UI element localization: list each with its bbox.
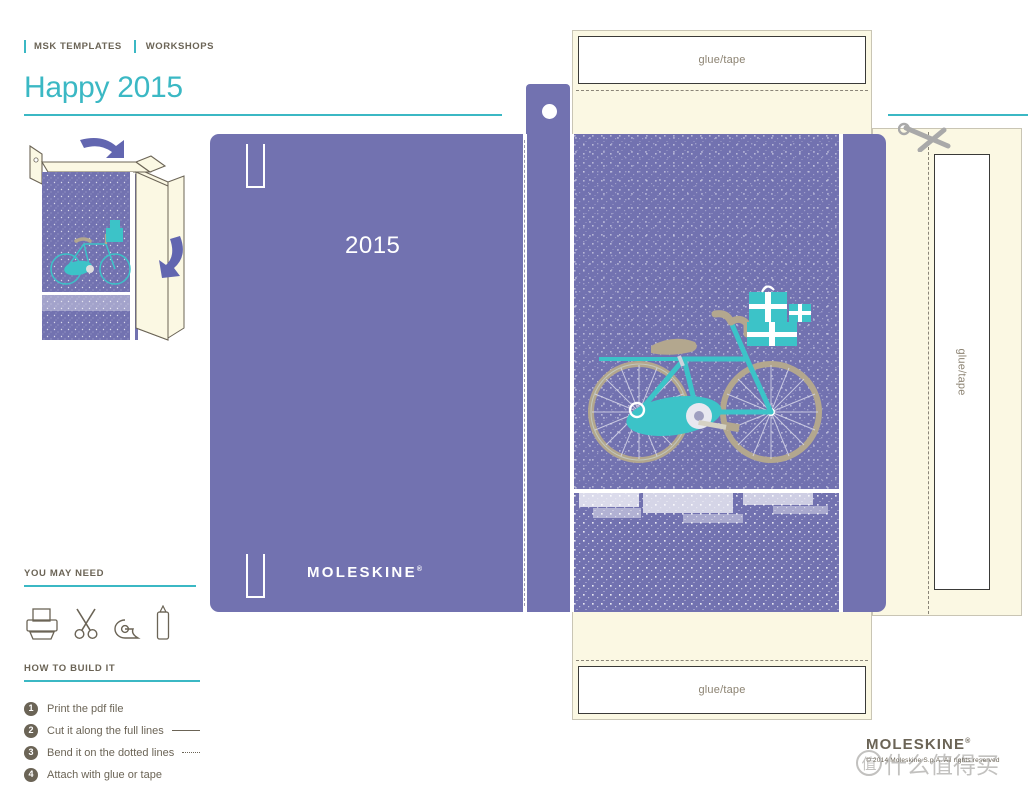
glue-tape-area-right: glue/tape bbox=[934, 154, 990, 590]
cover-spine-panel bbox=[526, 134, 570, 612]
cover-brand-logo: MOLESKINE® bbox=[307, 564, 422, 581]
top-right-divider bbox=[888, 114, 1028, 116]
cut-line-scissors-icon bbox=[898, 122, 951, 152]
cover-edge-panel bbox=[842, 134, 886, 612]
fold-line-top bbox=[576, 90, 868, 91]
cover-front-panel bbox=[210, 134, 523, 612]
glue-tape-label: glue/tape bbox=[698, 54, 746, 66]
fold-gap-stripe-right bbox=[839, 134, 843, 612]
printable-dieline-template: 2015 MOLESKINE® glue/tape glue/tape glue… bbox=[0, 0, 1029, 786]
winter-bicycle-illustration bbox=[573, 134, 839, 612]
slot-cut-bottom bbox=[246, 554, 265, 598]
center-fold-line bbox=[524, 140, 525, 606]
fold-line-bottom bbox=[576, 660, 868, 661]
fold-line-right bbox=[928, 132, 929, 614]
cover-registered-mark: ® bbox=[416, 566, 423, 573]
copyright-notice: © 2014 Moleskine S.p.A. All rights reser… bbox=[866, 757, 1000, 764]
footer-brand-logo: MOLESKINE® bbox=[866, 736, 1021, 753]
footer-logo: MOLESKINE® © 2014 Moleskine S.p.A. All r… bbox=[866, 736, 1021, 764]
glue-tape-area-bottom: glue/tape bbox=[578, 666, 866, 714]
cover-brand-text: MOLESKINE bbox=[307, 564, 417, 581]
fold-gap-stripe-mid bbox=[570, 134, 574, 612]
glue-tape-label: glue/tape bbox=[956, 348, 968, 396]
hang-hole bbox=[542, 104, 557, 119]
glue-tape-label: glue/tape bbox=[698, 684, 746, 696]
cover-year-text: 2015 bbox=[345, 232, 401, 259]
footer-registered-mark: ® bbox=[965, 738, 971, 745]
footer-brand-text: MOLESKINE bbox=[866, 736, 966, 753]
slot-cut-top bbox=[246, 144, 265, 188]
glue-tape-area-top: glue/tape bbox=[578, 36, 866, 84]
